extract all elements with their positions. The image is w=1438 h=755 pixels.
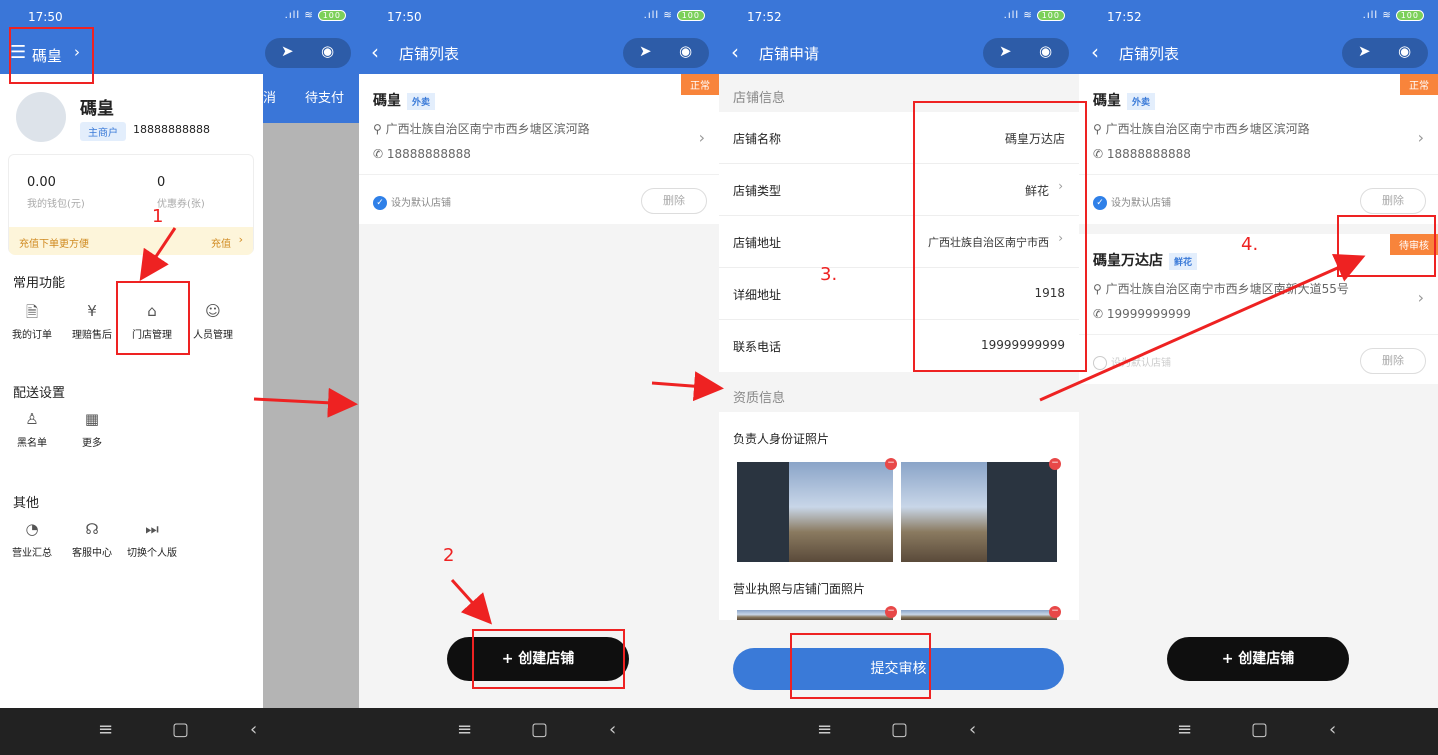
annotation-arrows — [139, 227, 1366, 625]
arrow-step4 — [1039, 254, 1366, 402]
arrow-to-screen3 — [651, 371, 724, 402]
arrow-step2 — [450, 578, 493, 625]
arrow-to-screen2 — [253, 387, 358, 418]
arrow-step1 — [139, 227, 177, 281]
